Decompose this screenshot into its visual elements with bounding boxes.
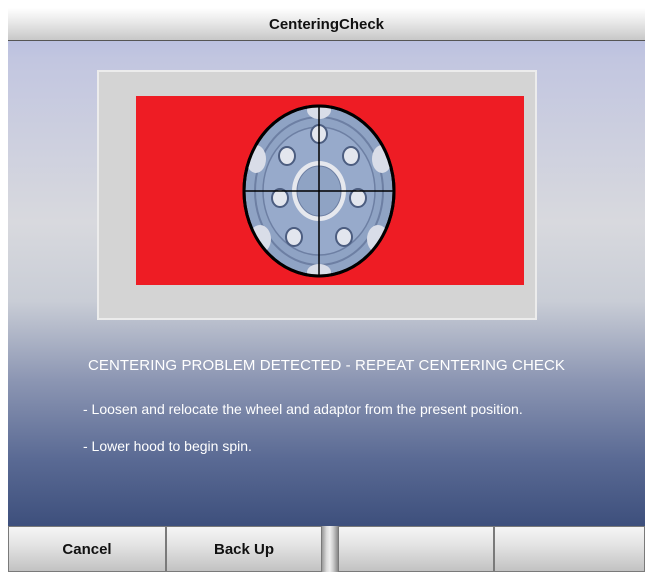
instruction-loosen-relocate: - Loosen and relocate the wheel and adap… <box>83 401 523 417</box>
function-button-bar: Cancel Back Up <box>8 526 645 572</box>
cancel-button[interactable]: Cancel <box>8 526 166 572</box>
centering-problem-heading: CENTERING PROBLEM DETECTED - REPEAT CENT… <box>87 357 566 374</box>
centering-check-screen: CenteringCheck CENTERING PROBLEM DETECTE… <box>8 8 645 572</box>
function-button-4[interactable] <box>494 526 645 572</box>
back-up-button[interactable]: Back Up <box>166 526 322 572</box>
button-separator <box>322 526 338 572</box>
instruction-lower-hood: - Lower hood to begin spin. <box>83 438 252 454</box>
function-button-3[interactable] <box>338 526 494 572</box>
window-title-bar: CenteringCheck <box>8 8 645 41</box>
wheel-image-frame <box>97 70 537 320</box>
window-title: CenteringCheck <box>268 15 385 33</box>
alert-red-panel <box>136 96 524 285</box>
wheel-centering-target-icon <box>242 104 396 278</box>
